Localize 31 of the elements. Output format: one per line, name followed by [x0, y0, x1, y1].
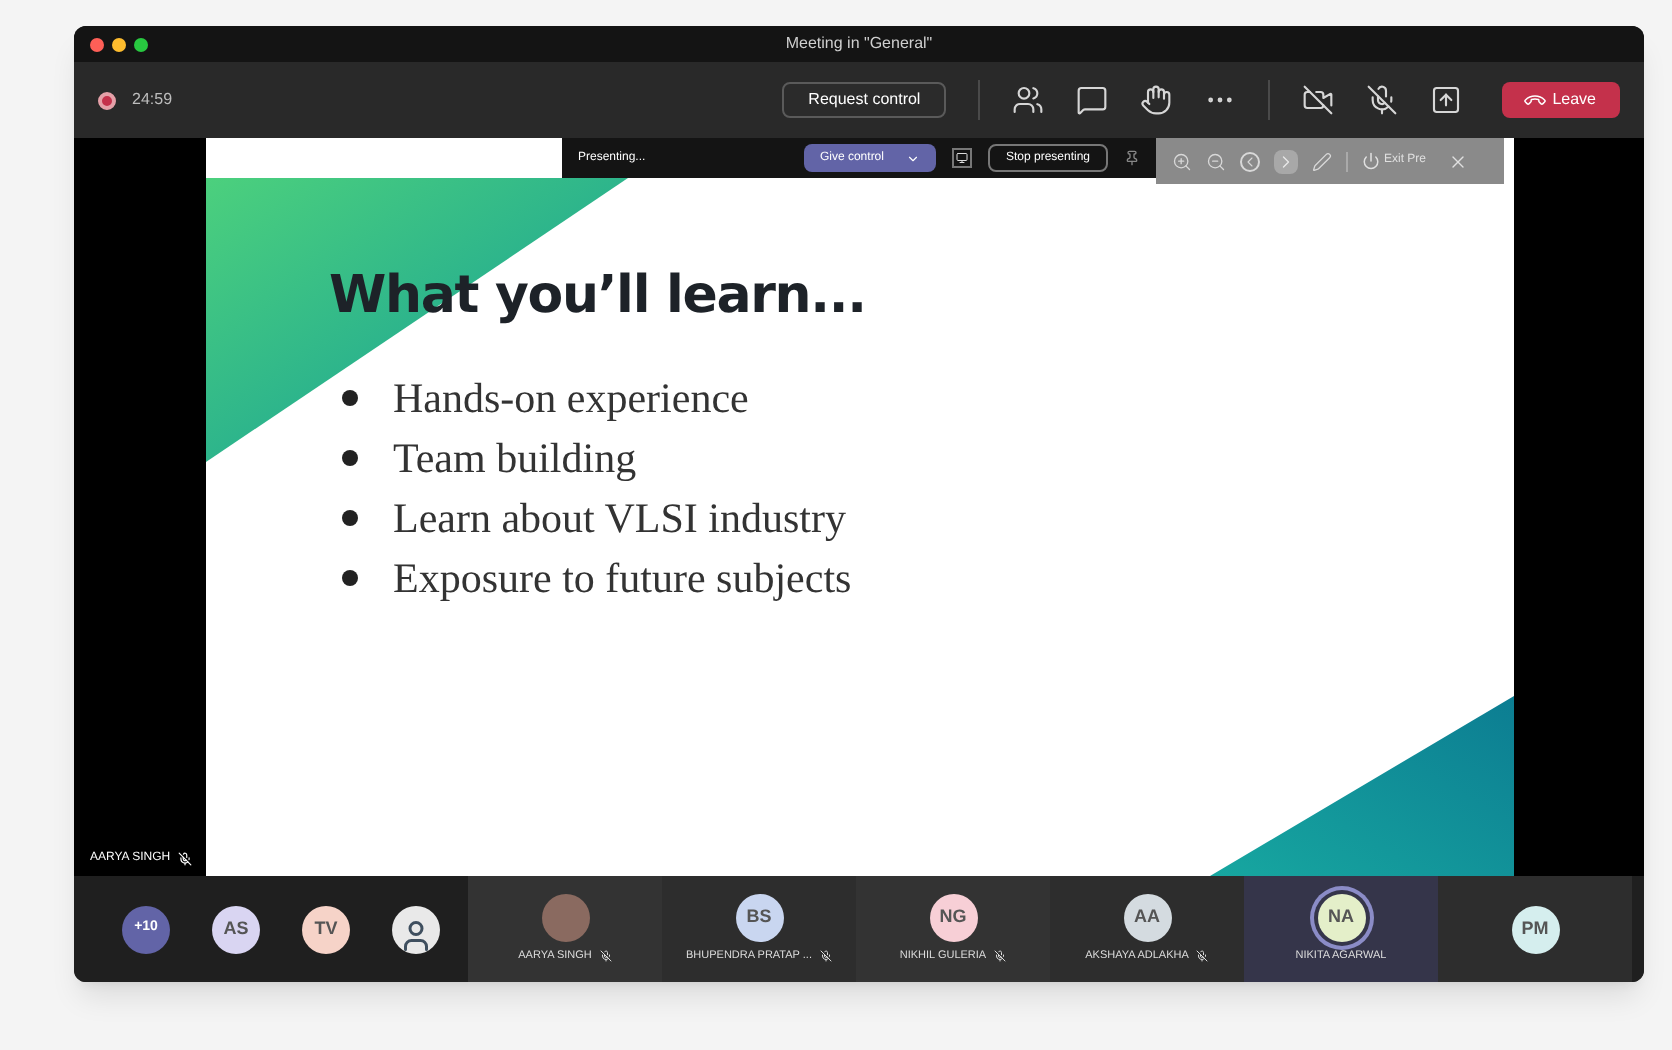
chat-icon[interactable]	[1076, 84, 1109, 116]
avatar: NG	[929, 894, 977, 942]
monitor-icon[interactable]	[951, 148, 972, 168]
avatar-photo-placeholder	[541, 894, 589, 942]
share-icon[interactable]	[1430, 84, 1463, 116]
person-silhouette-icon	[398, 917, 434, 953]
bullet-text: Team building	[393, 432, 637, 484]
bullet-text: Hands-on experience	[393, 372, 749, 424]
avatar[interactable]: AS	[212, 905, 260, 953]
avatar[interactable]: TV	[302, 905, 350, 953]
window-title: Meeting in "General"	[785, 32, 933, 56]
pin-icon[interactable]	[1124, 150, 1140, 166]
avatar: BS	[735, 894, 783, 942]
avatar-photo-placeholder[interactable]	[392, 905, 440, 953]
next-icon[interactable]	[1274, 149, 1298, 173]
participant-tile[interactable]: PM	[1438, 876, 1632, 982]
close-icon[interactable]	[1448, 151, 1469, 171]
people-icon[interactable]	[1012, 84, 1045, 116]
hand-icon[interactable]	[1140, 84, 1173, 116]
bullet-text: Exposure to future subjects	[393, 552, 852, 604]
power-icon	[1362, 152, 1380, 170]
caret-icon	[905, 151, 920, 165]
mic-off-icon[interactable]	[1366, 84, 1399, 116]
meeting-timer: 24:59	[132, 88, 173, 112]
avatar: PM	[1511, 905, 1559, 953]
avatar: NA	[1317, 894, 1365, 942]
avatar: AA	[1123, 894, 1171, 942]
bullet-text: Learn about VLSI industry	[393, 492, 846, 544]
request-control-button[interactable]: Request control	[782, 82, 947, 118]
camera-off-icon[interactable]	[1302, 84, 1335, 116]
leave-button[interactable]: Leave	[1502, 82, 1620, 118]
